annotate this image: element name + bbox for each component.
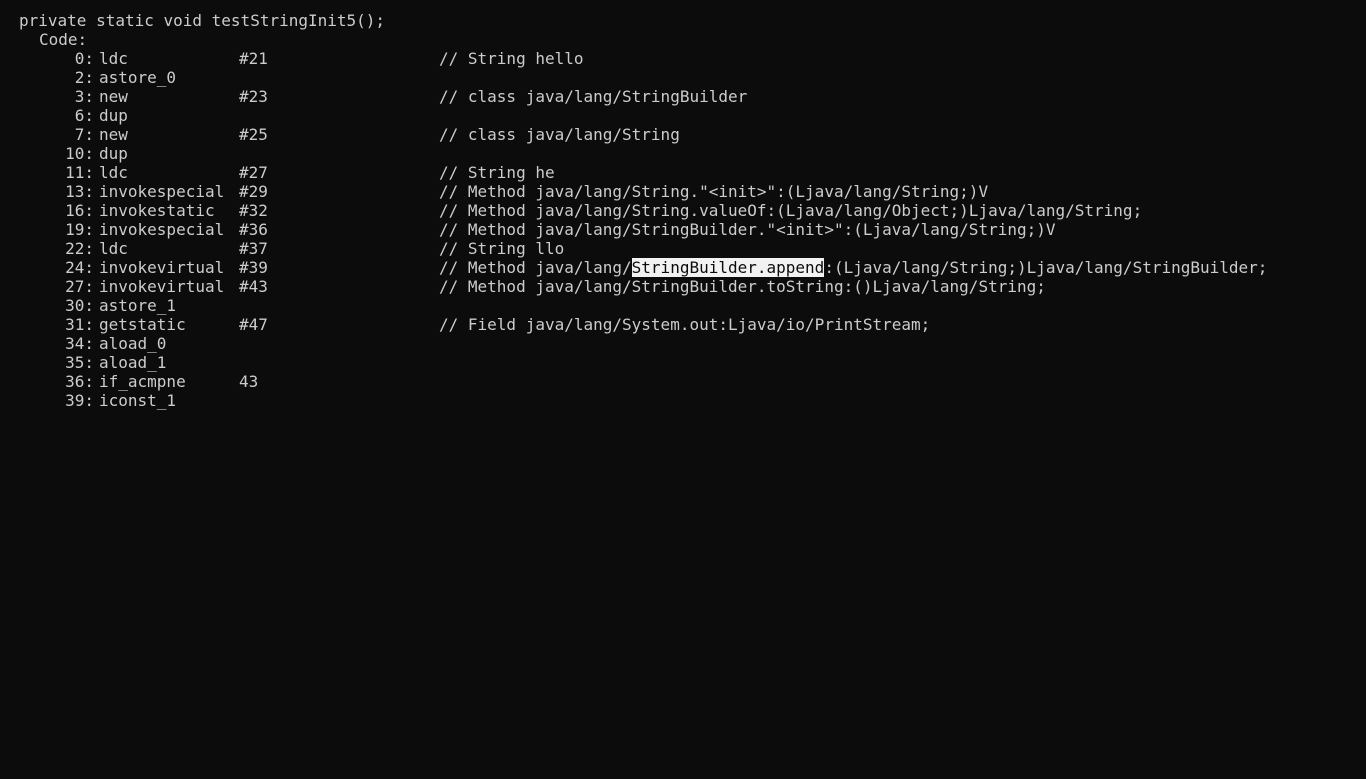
bytecode-argument: #36 <box>239 220 268 239</box>
bytecode-offset: 34: <box>65 334 94 353</box>
bytecode-opcode: ldc <box>99 239 128 258</box>
bytecode-opcode: dup <box>99 144 128 163</box>
bytecode-row: 35: aload_1 <box>0 353 1366 372</box>
bytecode-opcode: astore_1 <box>99 296 177 315</box>
bytecode-row: 6: dup <box>0 106 1366 125</box>
bytecode-row: 31: getstatic #47 // Field java/lang/Sys… <box>0 315 1366 334</box>
bytecode-offset: 11: <box>65 163 94 182</box>
code-label: Code: <box>39 30 88 49</box>
bytecode-opcode: invokevirtual <box>99 258 225 277</box>
bytecode-argument: 43 <box>239 372 259 391</box>
selected-text-highlight[interactable]: StringBuilder.append <box>631 258 825 277</box>
bytecode-opcode: new <box>99 87 128 106</box>
bytecode-row: 3: new #23 // class java/lang/StringBuil… <box>0 87 1366 106</box>
bytecode-opcode: ldc <box>99 163 128 182</box>
bytecode-offset: 39: <box>65 391 94 410</box>
method-signature-line: private static void testStringInit5(); <box>0 11 1366 30</box>
bytecode-argument: #23 <box>239 87 268 106</box>
bytecode-offset: 19: <box>65 220 94 239</box>
comment-prefix: // Method java/lang/ <box>439 258 632 277</box>
bytecode-offset: 13: <box>65 182 94 201</box>
bytecode-offset: 2: <box>74 68 94 87</box>
bytecode-comment: // String he <box>439 163 555 182</box>
bytecode-row: 30: astore_1 <box>0 296 1366 315</box>
bytecode-row: 19: invokespecial #36 // Method java/lan… <box>0 220 1366 239</box>
bytecode-offset: 22: <box>65 239 94 258</box>
bytecode-comment: // String llo <box>439 239 565 258</box>
console-window[interactable]: private static void testStringInit5(); C… <box>0 0 1366 411</box>
bytecode-argument: #32 <box>239 201 268 220</box>
bytecode-opcode: aload_0 <box>99 334 167 353</box>
bytecode-offset: 16: <box>65 201 94 220</box>
bytecode-opcode: getstatic <box>99 315 186 334</box>
bytecode-opcode: invokespecial <box>99 182 225 201</box>
bytecode-argument: #39 <box>239 258 268 277</box>
bytecode-opcode: astore_0 <box>99 68 177 87</box>
bytecode-offset: 31: <box>65 315 94 334</box>
bytecode-offset: 36: <box>65 372 94 391</box>
bytecode-argument: #29 <box>239 182 268 201</box>
bytecode-comment: // class java/lang/String <box>439 125 680 144</box>
bytecode-comment: // String hello <box>439 49 584 68</box>
bytecode-comment: // Method java/lang/String."<init>":(Lja… <box>439 182 989 201</box>
bytecode-opcode: if_acmpne <box>99 372 186 391</box>
bytecode-row: 22: ldc #37 // String llo <box>0 239 1366 258</box>
bytecode-row: 34: aload_0 <box>0 334 1366 353</box>
bytecode-argument: #25 <box>239 125 268 144</box>
bytecode-row: 39: iconst_1 <box>0 391 1366 410</box>
bytecode-offset: 3: <box>74 87 94 106</box>
bytecode-row: 11: ldc #27 // String he <box>0 163 1366 182</box>
bytecode-offset: 10: <box>65 144 94 163</box>
bytecode-comment: // Field java/lang/System.out:Ljava/io/P… <box>439 315 931 334</box>
bytecode-comment: // Method java/lang/String.valueOf:(Ljav… <box>439 201 1143 220</box>
bytecode-comment: // Method java/lang/StringBuilder.toStri… <box>439 277 1046 296</box>
bytecode-opcode: aload_1 <box>99 353 167 372</box>
bytecode-row: 10: dup <box>0 144 1366 163</box>
bytecode-offset: 27: <box>65 277 94 296</box>
bytecode-row: 7: new #25 // class java/lang/String <box>0 125 1366 144</box>
bytecode-opcode: iconst_1 <box>99 391 177 410</box>
bytecode-opcode: invokestatic <box>99 201 215 220</box>
bytecode-row: 0: ldc #21 // String hello <box>0 49 1366 68</box>
bytecode-offset: 35: <box>65 353 94 372</box>
bytecode-offset: 6: <box>74 106 94 125</box>
bytecode-argument: #37 <box>239 239 268 258</box>
bytecode-row: 24: invokevirtual #39 // Method java/lan… <box>0 258 1366 277</box>
bytecode-comment: // Method java/lang/StringBuilder."<init… <box>439 220 1056 239</box>
bytecode-row: 36: if_acmpne 43 <box>0 372 1366 391</box>
bytecode-row: 13: invokespecial #29 // Method java/lan… <box>0 182 1366 201</box>
bytecode-opcode: dup <box>99 106 128 125</box>
bytecode-offset: 0: <box>74 49 94 68</box>
comment-suffix: :(Ljava/lang/String;)Ljava/lang/StringBu… <box>824 258 1268 277</box>
bytecode-opcode: invokevirtual <box>99 277 225 296</box>
bytecode-opcode: invokespecial <box>99 220 225 239</box>
bytecode-offset: 30: <box>65 296 94 315</box>
bytecode-opcode: ldc <box>99 49 128 68</box>
bytecode-row: 27: invokevirtual #43 // Method java/lan… <box>0 277 1366 296</box>
bytecode-offset: 7: <box>74 125 94 144</box>
bytecode-argument: #21 <box>239 49 268 68</box>
bytecode-offset: 24: <box>65 258 94 277</box>
bytecode-row: 2: astore_0 <box>0 68 1366 87</box>
bytecode-opcode: new <box>99 125 128 144</box>
method-signature: private static void testStringInit5(); <box>19 11 386 30</box>
bytecode-argument: #43 <box>239 277 268 296</box>
code-label-line: Code: <box>0 30 1366 49</box>
bytecode-row: 16: invokestatic #32 // Method java/lang… <box>0 201 1366 220</box>
bytecode-comment: // class java/lang/StringBuilder <box>439 87 748 106</box>
bytecode-argument: #47 <box>239 315 268 334</box>
bytecode-argument: #27 <box>239 163 268 182</box>
bytecode-comment[interactable]: // Method java/lang/StringBuilder.append… <box>439 258 1267 277</box>
